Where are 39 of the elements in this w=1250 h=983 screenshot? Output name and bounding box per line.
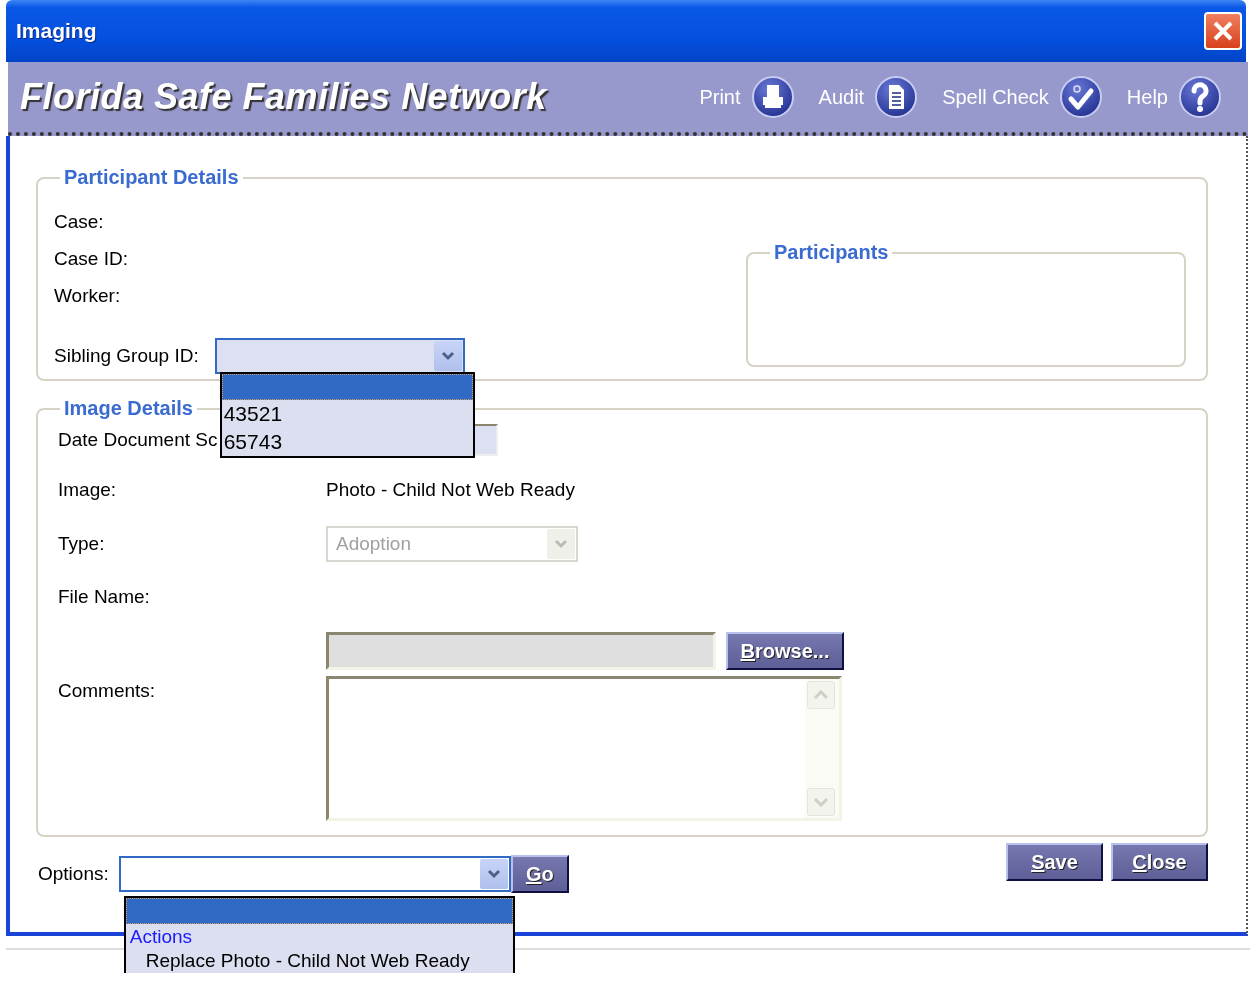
field-label: Image: (58, 479, 117, 501)
save-button[interactable]: Save (1006, 843, 1103, 881)
field-value: Photo - Child Not Web Ready (326, 479, 575, 501)
go-button[interactable]: Go (510, 855, 569, 893)
toolbar-link[interactable]: Help (1126, 85, 1168, 109)
help-icon[interactable] (1178, 75, 1222, 119)
section-legend: Participant Details (60, 166, 243, 189)
field-label: Case ID: (54, 247, 129, 271)
window-title: Imaging (16, 19, 97, 43)
field-label: File Name: (58, 586, 150, 608)
field-label: Sibling Group ID: (54, 345, 199, 367)
spell-check-icon[interactable] (1058, 75, 1103, 119)
dropdown-option[interactable]: Replace Photo - Child Not Web Ready (125, 949, 513, 973)
section-legend: Participants (770, 241, 893, 264)
dropdown-option[interactable]: 43521 (221, 400, 473, 428)
document-icon[interactable] (874, 75, 919, 119)
field-label: Worker: (54, 284, 122, 308)
dropdown-option[interactable]: 65743 (221, 428, 473, 456)
browse-button[interactable]: Browse... (726, 632, 844, 670)
chevron-down-icon (813, 797, 829, 807)
field-label: Comments: (58, 680, 156, 701)
highlighted-option[interactable] (221, 374, 473, 400)
chevron-up-icon (813, 690, 829, 700)
comments-field[interactable] (326, 676, 842, 821)
highlighted-option[interactable] (125, 898, 513, 924)
printer-icon[interactable] (750, 75, 795, 119)
option-group-label: Actions (128, 925, 194, 949)
section-legend: Image Details (60, 397, 197, 420)
toolbar-link[interactable]: Audit (818, 85, 865, 109)
field-label: Options: (38, 863, 109, 885)
close-icon (1211, 19, 1235, 43)
close-button[interactable]: Close (1111, 843, 1208, 881)
field-label: Type: (58, 533, 105, 555)
toolbar-link[interactable]: Print (699, 85, 741, 109)
file-path-field[interactable] (326, 632, 716, 670)
field-label: Case: (54, 210, 105, 234)
app-title: Florida Safe Families Network (20, 76, 547, 118)
toolbar-link[interactable]: Spell Check (942, 85, 1049, 109)
close-button[interactable] (1204, 12, 1242, 50)
